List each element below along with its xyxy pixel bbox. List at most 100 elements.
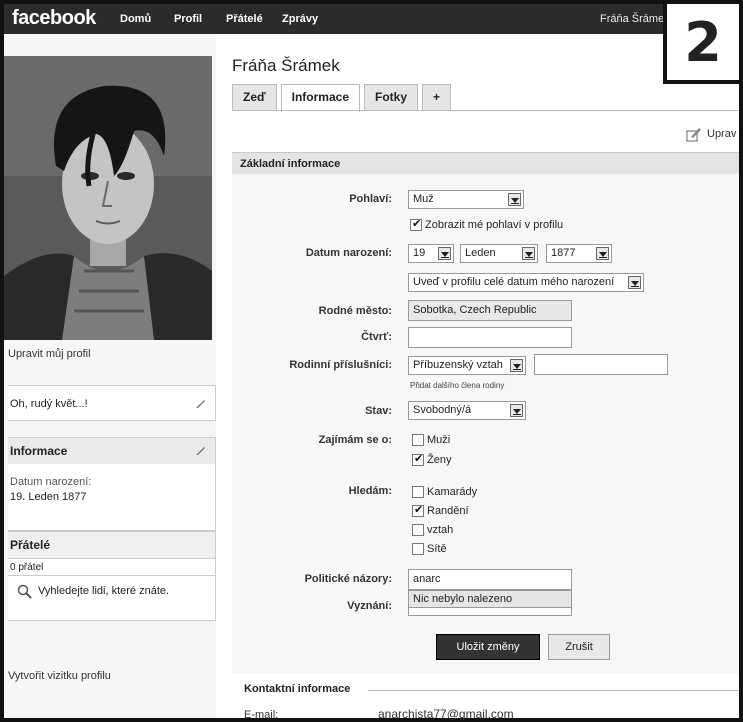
religion-input[interactable] xyxy=(408,608,572,616)
birthdate-visibility-value: Uveď v profilu celé datum mého narození xyxy=(413,276,615,288)
interest-men-label: Muži xyxy=(427,434,451,446)
email-value[interactable]: anarchista77@gmail.com xyxy=(378,707,514,721)
looking-dating-row[interactable]: Randění xyxy=(412,503,469,517)
looking-relationship-checkbox[interactable] xyxy=(412,524,424,536)
looking-for-label: Hledám: xyxy=(348,485,392,497)
looking-friends-checkbox[interactable] xyxy=(412,486,424,498)
district-input[interactable] xyxy=(408,327,572,348)
family-relation-value: Příbuzenský vztah xyxy=(413,359,503,371)
looking-friends-label: Kamarády xyxy=(427,486,478,498)
family-member-input[interactable] xyxy=(534,354,668,375)
birth-month-value: Leden xyxy=(465,247,496,259)
edit-my-profile-link[interactable]: Upravit můj profil xyxy=(8,348,91,360)
add-family-member-link[interactable]: Přidat dalšího člena rodiny xyxy=(410,381,504,390)
friends-box: Přátelé 0 přátel Vyhledejte lidi, které … xyxy=(8,531,216,621)
info-birth-label: Datum narození: xyxy=(10,476,92,488)
looking-dating-label: Randění xyxy=(427,505,469,517)
tab-photos[interactable]: Fotky xyxy=(364,84,419,110)
status-text: Oh, rudý květ...! xyxy=(10,398,88,410)
info-birth-value: 19. Leden 1877 xyxy=(10,491,87,503)
dropdown-arrow-icon xyxy=(438,247,451,260)
family-label: Rodinní příslušníci: xyxy=(289,359,392,371)
hometown-input[interactable]: Sobotka, Czech Republic xyxy=(408,300,572,321)
dropdown-arrow-icon xyxy=(628,276,641,289)
dropdown-arrow-icon xyxy=(510,359,523,372)
birth-year-value: 1877 xyxy=(551,247,576,259)
edit-icon[interactable] xyxy=(686,126,702,142)
nav-home[interactable]: Domů xyxy=(120,13,151,25)
relationship-status-value: Svobodný/á xyxy=(413,404,472,416)
interested-in-label: Zajímám se o: xyxy=(318,434,392,446)
status-box[interactable]: Oh, rudý květ...! xyxy=(8,385,216,421)
nav-messages[interactable]: Zprávy xyxy=(282,13,318,25)
birth-day-select[interactable]: 19 xyxy=(408,244,454,263)
info-box: Informace Datum narození: 19. Leden 1877 xyxy=(8,437,216,531)
family-relation-select[interactable]: Příbuzenský vztah xyxy=(408,356,526,375)
interest-women-label: Ženy xyxy=(427,454,452,466)
cancel-button[interactable]: Zrušit xyxy=(548,634,610,660)
birth-month-select[interactable]: Leden xyxy=(460,244,538,263)
profile-photo[interactable] xyxy=(4,56,212,340)
portrait-image xyxy=(4,56,212,340)
sex-select-value: Muž xyxy=(413,193,434,205)
hometown-label: Rodné město: xyxy=(318,305,392,317)
tab-info[interactable]: Informace xyxy=(280,84,360,112)
birth-year-select[interactable]: 1877 xyxy=(546,244,612,263)
dropdown-arrow-icon xyxy=(596,247,609,260)
find-people-link[interactable]: Vyhledejte lidi, které znáte. xyxy=(38,585,169,597)
basic-info-header: Základní informace xyxy=(232,152,739,174)
dropdown-arrow-icon xyxy=(508,193,521,206)
nav-friends[interactable]: Přátelé xyxy=(226,13,263,25)
pencil-icon[interactable] xyxy=(195,397,207,409)
create-profile-badge-link[interactable]: Vytvořit vizitku profilu xyxy=(8,670,111,682)
political-views-input[interactable]: anarc xyxy=(408,569,572,590)
save-changes-button[interactable]: Uložit změny xyxy=(436,634,540,660)
friends-count[interactable]: 0 přátel xyxy=(8,558,216,576)
friends-box-header: Přátelé xyxy=(8,532,215,558)
sex-label: Pohlaví: xyxy=(349,193,392,205)
profile-name: Fráňa Šrámek xyxy=(232,56,340,75)
interest-women-row[interactable]: Ženy xyxy=(412,452,452,466)
show-sex-label: Zobrazit mé pohlaví v profilu xyxy=(425,219,564,231)
relationship-status-select[interactable]: Svobodný/á xyxy=(408,401,526,420)
edit-link[interactable]: Uprav xyxy=(707,128,736,140)
contact-info-header: Kontaktní informace xyxy=(244,683,351,695)
birthdate-label: Datum narození: xyxy=(305,247,392,259)
district-label: Čtvrť: xyxy=(361,331,392,343)
interest-men-row[interactable]: Muži xyxy=(412,434,450,446)
nav-user-name[interactable]: Fráňa Šráme xyxy=(600,13,664,25)
contact-divider xyxy=(368,690,739,691)
info-box-header: Informace xyxy=(8,438,215,464)
looking-dating-checkbox[interactable] xyxy=(412,503,424,517)
top-navigation-bar: facebook Domů Profil Přátelé Zprávy Fráň… xyxy=(4,4,739,34)
looking-networking-row[interactable]: Sítě xyxy=(412,543,447,555)
magnifier-icon xyxy=(17,584,32,599)
show-sex-checkbox[interactable] xyxy=(410,217,422,231)
political-views-suggestion: Nic nebylo nalezeno xyxy=(408,590,572,608)
tab-add[interactable]: + xyxy=(422,84,452,110)
panel-number-badge: 2 xyxy=(663,4,739,84)
religion-label: Vyznání: xyxy=(347,600,392,612)
looking-networking-checkbox[interactable] xyxy=(412,543,424,555)
email-label: E-mail: xyxy=(244,709,279,721)
looking-relationship-label: vztah xyxy=(427,524,454,536)
dropdown-arrow-icon xyxy=(522,247,535,260)
looking-networking-label: Sítě xyxy=(427,543,447,555)
tabs-divider xyxy=(232,110,739,111)
tab-wall[interactable]: Zeď xyxy=(232,84,277,110)
show-sex-checkbox-row[interactable]: Zobrazit mé pohlaví v profilu xyxy=(410,217,564,231)
birth-day-value: 19 xyxy=(413,247,426,259)
nav-profile[interactable]: Profil xyxy=(174,13,202,25)
facebook-logo[interactable]: facebook xyxy=(12,7,96,30)
relationship-status-label: Stav: xyxy=(365,405,392,417)
political-views-label: Politické názory: xyxy=(304,573,392,585)
interest-women-checkbox[interactable] xyxy=(412,452,424,466)
interest-men-checkbox[interactable] xyxy=(412,434,424,446)
pencil-icon[interactable] xyxy=(195,444,207,456)
looking-friends-row[interactable]: Kamarády xyxy=(412,486,477,498)
dropdown-arrow-icon xyxy=(510,404,523,417)
birthdate-visibility-select[interactable]: Uveď v profilu celé datum mého narození xyxy=(408,273,644,292)
profile-tabs: Zeď Informace Fotky + xyxy=(232,84,455,112)
looking-relationship-row[interactable]: vztah xyxy=(412,524,453,536)
sex-select[interactable]: Muž xyxy=(408,190,524,209)
